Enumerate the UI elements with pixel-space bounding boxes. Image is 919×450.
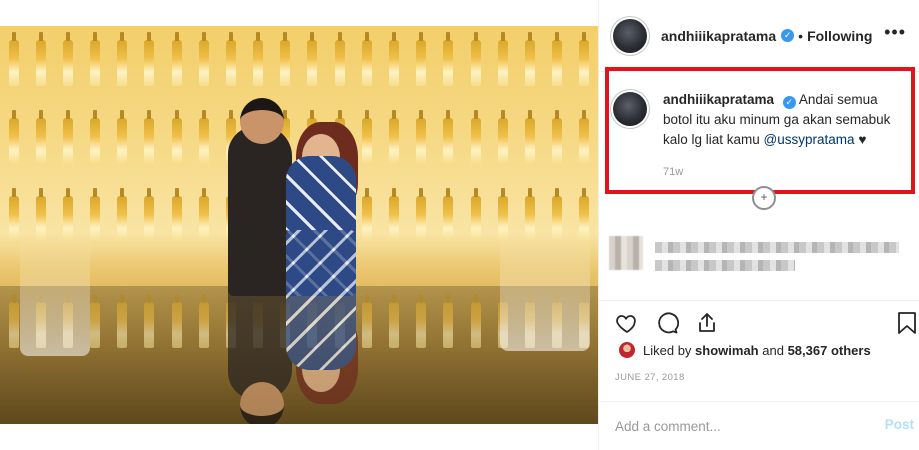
following-button[interactable]: Following: [807, 28, 872, 44]
bottle: [388, 294, 399, 348]
bottle: [552, 32, 563, 86]
caption-time-ago[interactable]: 71w: [663, 162, 683, 182]
bottle: [144, 188, 155, 242]
bottle: [470, 188, 481, 242]
bottle: [117, 188, 128, 242]
caption-mention-link[interactable]: @ussypratama: [764, 132, 855, 147]
bottle: [62, 32, 73, 86]
bottle: [144, 32, 155, 86]
bottle: [90, 110, 101, 164]
verified-badge-icon: ✓: [781, 29, 795, 42]
share-icon[interactable]: [693, 309, 721, 337]
bottle-shelf-row: [0, 26, 598, 106]
post-side-panel: andhiiikapratama ✓ • Following ••• andhi…: [598, 0, 919, 450]
bottle: [8, 188, 19, 242]
bottle: [117, 110, 128, 164]
comment-icon[interactable]: [653, 309, 681, 337]
bottle: [497, 110, 508, 164]
bottle: [144, 110, 155, 164]
likes-count-link[interactable]: 58,367 others: [788, 343, 871, 358]
bottle: [416, 294, 427, 348]
bottle: [334, 32, 345, 86]
bottle: [171, 294, 182, 348]
bottle: [280, 32, 291, 86]
bottle: [443, 32, 454, 86]
bottle: [198, 32, 209, 86]
separator-dot: •: [798, 27, 804, 44]
bottle: [198, 188, 209, 242]
post-actions-bar: [599, 300, 919, 344]
bottle: [8, 110, 19, 164]
bottle: [443, 294, 454, 348]
blurred-avatar: [609, 236, 643, 270]
bottle: [579, 110, 590, 164]
bottle: [171, 110, 182, 164]
bottle: [416, 188, 427, 242]
bottle: [524, 110, 535, 164]
bottle: [443, 188, 454, 242]
bottle: [361, 32, 372, 86]
bottle: [388, 32, 399, 86]
wine-glasses-left: [20, 236, 90, 356]
bottle: [470, 110, 481, 164]
author-avatar[interactable]: [613, 18, 647, 53]
caption-text: andhiiikapratama ✓ Andai semua botol itu…: [663, 90, 903, 150]
bottle: [470, 294, 481, 348]
bottle: [90, 32, 101, 86]
bottle: [35, 110, 46, 164]
blurred-text-line: [655, 242, 899, 253]
bottle: [35, 32, 46, 86]
bottle: [8, 32, 19, 86]
bottle: [171, 32, 182, 86]
heart-icon[interactable]: [613, 309, 641, 337]
author-username[interactable]: andhiiikapratama: [661, 28, 776, 44]
bottle: [8, 294, 19, 348]
caption-author-avatar[interactable]: [613, 92, 647, 126]
bottle: [198, 294, 209, 348]
heart-emoji: ♥: [858, 132, 867, 147]
couple-reflection: [226, 230, 366, 424]
bottle: [416, 110, 427, 164]
bottle: [253, 32, 264, 86]
more-options-icon[interactable]: •••: [884, 23, 906, 41]
bottle: [198, 110, 209, 164]
load-more-comments-icon[interactable]: +: [752, 186, 776, 210]
post-date[interactable]: JUNE 27, 2018: [615, 372, 685, 383]
bottle: [225, 32, 236, 86]
bottle: [307, 32, 318, 86]
bottle: [524, 32, 535, 86]
bottle: [388, 110, 399, 164]
post-photo[interactable]: [0, 26, 598, 424]
bottle: [117, 32, 128, 86]
bottle: [416, 32, 427, 86]
post-media-pane: [0, 0, 598, 450]
bottle: [117, 294, 128, 348]
wine-glasses-right: [500, 231, 590, 351]
bottle: [171, 188, 182, 242]
bottle: [144, 294, 155, 348]
bottle: [497, 32, 508, 86]
bookmark-icon[interactable]: [893, 309, 919, 337]
post-header: andhiiikapratama ✓ • Following •••: [599, 0, 919, 72]
liker-username[interactable]: showimah: [695, 343, 759, 358]
blurred-comment: [609, 236, 909, 276]
bottle: [62, 110, 73, 164]
verified-badge-icon: ✓: [782, 96, 796, 109]
comment-input[interactable]: [615, 416, 855, 436]
likes-prefix: Liked by: [643, 342, 692, 358]
bottle: [388, 188, 399, 242]
bottle: [90, 294, 101, 348]
bottle: [443, 110, 454, 164]
bottle: [470, 32, 481, 86]
likes-and: and: [762, 342, 784, 358]
bottle: [552, 110, 563, 164]
liker-avatar[interactable]: [619, 342, 635, 358]
bottle: [579, 32, 590, 86]
bottle: [90, 188, 101, 242]
caption-username[interactable]: andhiiikapratama: [663, 92, 774, 107]
likes-summary: Liked by showimah and 58,367 others: [619, 342, 871, 358]
post-comment-button[interactable]: Post: [885, 417, 914, 432]
blurred-text-line: [655, 260, 795, 271]
comment-bar: Post: [599, 401, 919, 450]
